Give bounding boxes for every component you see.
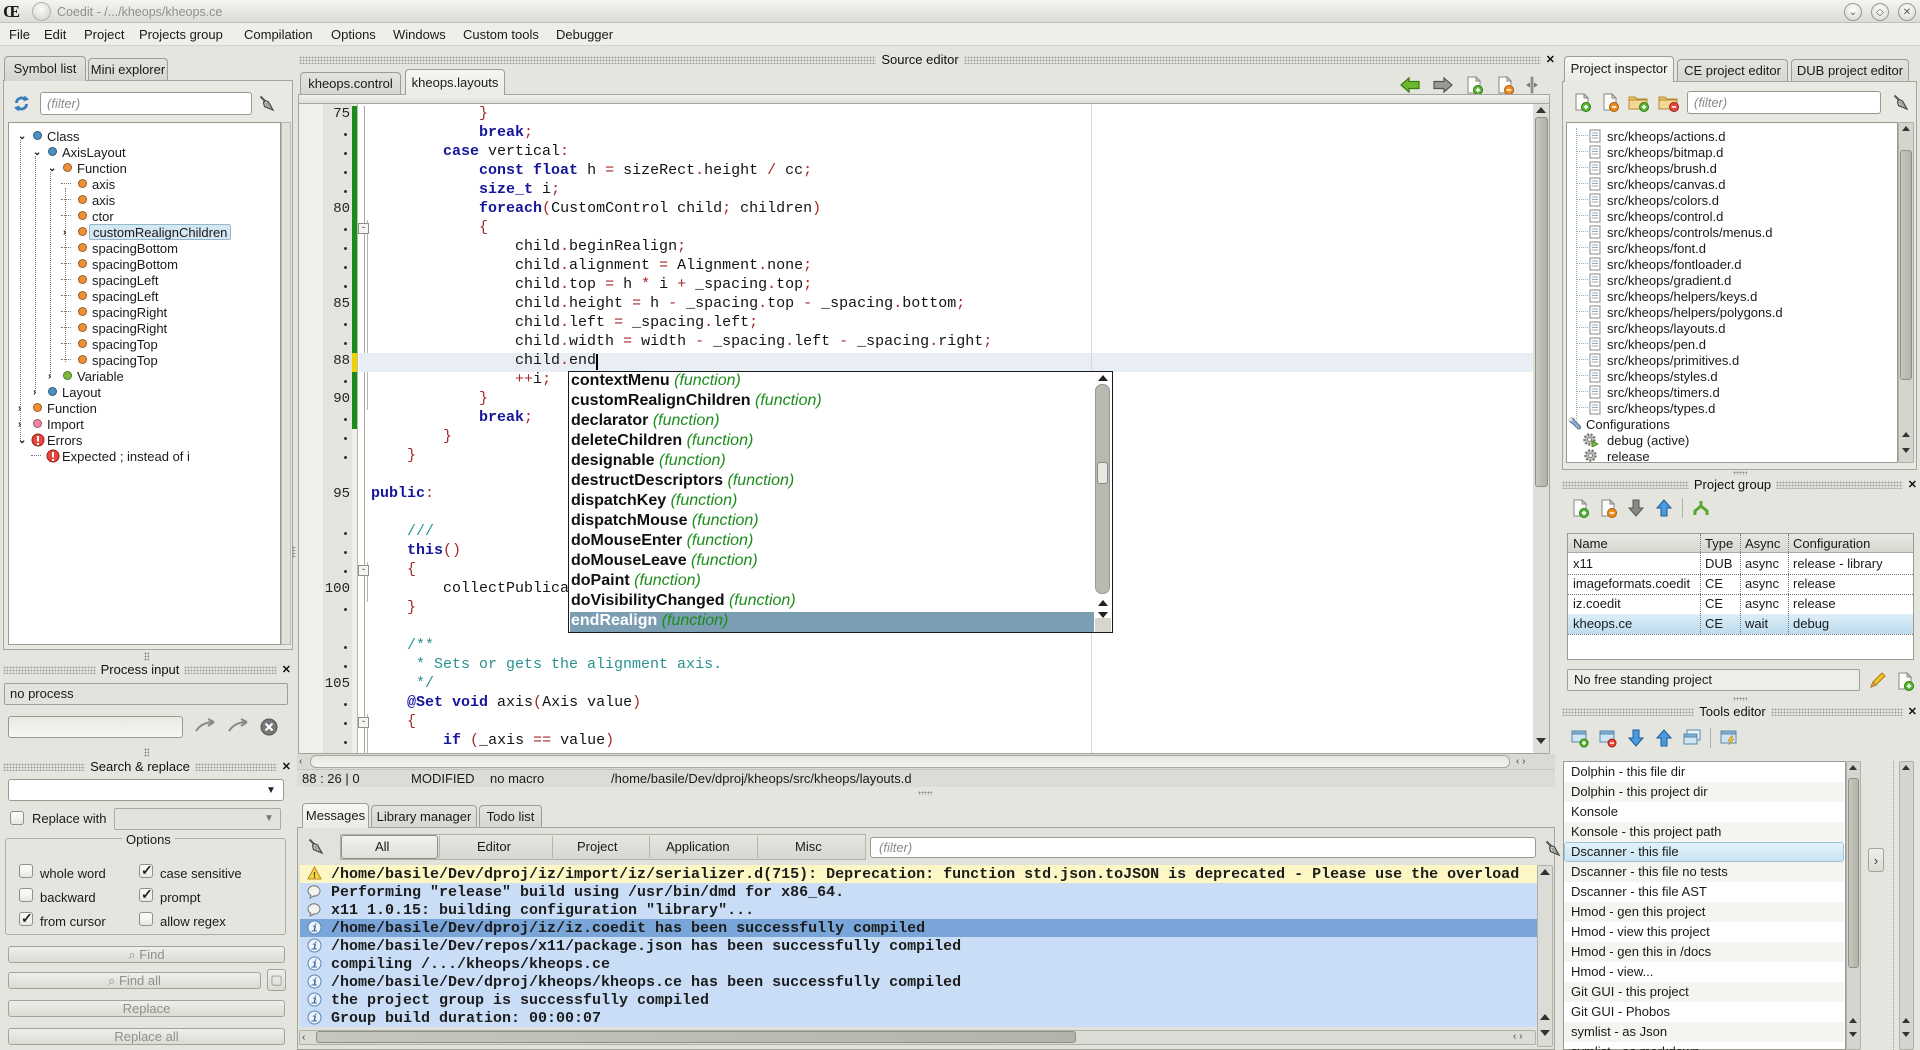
svg-text:i: i [311,996,318,1008]
svg-text:!: ! [312,871,317,881]
svg-text:i: i [311,942,318,954]
svg-text:i: i [311,924,318,936]
svg-text:i: i [311,960,318,972]
svg-text:i: i [311,978,318,990]
svg-text:i: i [311,1014,318,1026]
